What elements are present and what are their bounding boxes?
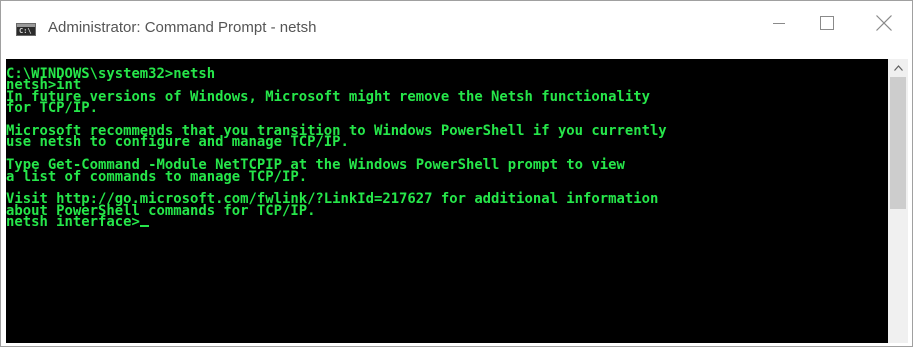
maximize-button[interactable] xyxy=(802,1,852,45)
cmd-icon[interactable]: C:\ xyxy=(16,23,36,36)
console-line: a list of commands to manage TCP/IP. xyxy=(6,168,308,185)
maximize-icon xyxy=(820,16,834,30)
close-icon xyxy=(876,15,892,31)
title-bar[interactable]: C:\ Administrator: Command Prompt - nets… xyxy=(1,1,912,59)
window-bottom-edge xyxy=(1,343,912,346)
close-button[interactable] xyxy=(859,1,909,45)
scroll-up-arrow-icon xyxy=(893,64,903,71)
console-text: C:\WINDOWS\system32>netsh netsh>int In f… xyxy=(6,67,667,231)
minimize-icon xyxy=(773,23,785,24)
window-title: Administrator: Command Prompt - netsh xyxy=(48,19,317,36)
console-line: In future versions of Windows, Microsoft… xyxy=(6,88,650,105)
console-output[interactable]: C:\WINDOWS\system32>netsh netsh>int In f… xyxy=(6,59,888,343)
minimize-button[interactable] xyxy=(754,1,804,45)
console-line: for TCP/IP. xyxy=(6,100,98,117)
text-cursor xyxy=(139,225,149,228)
vertical-scrollbar[interactable] xyxy=(888,59,908,343)
scroll-thumb[interactable] xyxy=(890,77,906,209)
command-prompt-window: C:\ Administrator: Command Prompt - nets… xyxy=(0,0,913,347)
console-prompt: netsh interface> xyxy=(6,214,140,231)
scroll-up-button[interactable] xyxy=(888,59,908,76)
console-line: use netsh to configure and manage TCP/IP… xyxy=(6,134,349,151)
